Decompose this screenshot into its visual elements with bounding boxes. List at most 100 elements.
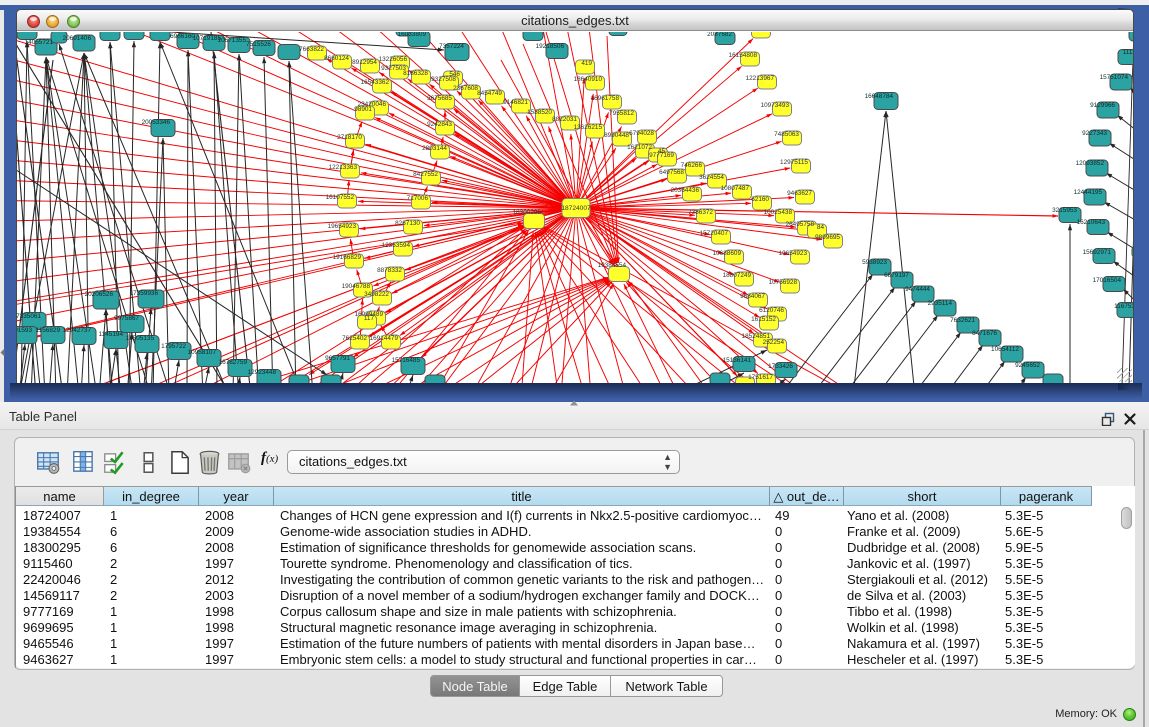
svg-text:7485063: 7485063 xyxy=(774,131,799,138)
svg-text:3215953: 3215953 xyxy=(1052,207,1077,214)
svg-text:16154808: 16154808 xyxy=(729,52,758,59)
svg-text:2935114: 2935114 xyxy=(928,300,953,307)
svg-text:2718170: 2718170 xyxy=(337,134,362,141)
svg-text:8990448: 8990448 xyxy=(604,132,629,139)
svg-text:9129966: 9129966 xyxy=(1090,102,1115,109)
svg-text:9463627: 9463627 xyxy=(787,190,812,197)
svg-text:9777169: 9777169 xyxy=(649,152,674,159)
svg-text:14055721: 14055721 xyxy=(25,39,54,46)
svg-text:1588520: 1588520 xyxy=(527,109,552,116)
svg-text:13626215: 13626215 xyxy=(574,124,603,131)
svg-text:8660124: 8660124 xyxy=(324,55,349,62)
svg-text:20364436: 20364436 xyxy=(671,187,700,194)
svg-text:18807249: 18807249 xyxy=(723,272,752,279)
svg-text:7357224: 7357224 xyxy=(439,43,464,50)
svg-text:9684067: 9684067 xyxy=(740,293,765,300)
svg-text:15692971: 15692971 xyxy=(1083,249,1112,256)
svg-text:15720407: 15720407 xyxy=(700,230,729,237)
svg-text:9327508: 9327508 xyxy=(431,76,456,83)
svg-text:10688609: 10688609 xyxy=(713,250,742,257)
svg-text:12353594: 12353594 xyxy=(382,242,411,249)
svg-text:15716485: 15716485 xyxy=(392,357,421,364)
svg-text:10025438: 10025438 xyxy=(764,209,793,216)
svg-text:16648784: 16648784 xyxy=(865,93,894,100)
svg-text:12213967: 12213967 xyxy=(746,75,775,82)
svg-text:9242843: 9242843 xyxy=(427,121,452,128)
svg-text:9146821: 9146821 xyxy=(503,99,528,106)
svg-text:20691406: 20691406 xyxy=(63,35,92,42)
svg-text:6879197: 6879197 xyxy=(884,272,909,279)
svg-text:3675685: 3675685 xyxy=(427,95,452,102)
svg-text:1527602: 1527602 xyxy=(142,32,167,34)
svg-text:15136141: 15136141 xyxy=(723,357,752,364)
svg-text:10653257: 10653257 xyxy=(113,32,142,34)
svg-text:26495758: 26495758 xyxy=(786,221,815,228)
svg-text:10654112: 10654112 xyxy=(991,346,1019,353)
svg-text:2087682: 2087682 xyxy=(707,32,732,38)
svg-text:419: 419 xyxy=(581,60,592,67)
svg-text:16107552: 16107552 xyxy=(326,194,355,201)
svg-text:2803144: 2803144 xyxy=(422,145,447,152)
svg-text:16210643: 16210643 xyxy=(1077,219,1106,226)
svg-text:8912954: 8912954 xyxy=(352,59,377,66)
svg-text:12505135: 12505135 xyxy=(126,335,155,342)
svg-text:20206526: 20206526 xyxy=(85,291,114,298)
svg-text:20053346: 20053346 xyxy=(142,119,171,126)
svg-text:10807487: 10807487 xyxy=(721,185,750,192)
svg-text:12093852: 12093852 xyxy=(1076,160,1105,167)
svg-text:1621072: 1621072 xyxy=(627,144,652,151)
svg-text:7663822: 7663822 xyxy=(299,46,324,53)
svg-text:1112: 1112 xyxy=(1123,49,1133,56)
svg-text:16961758: 16961758 xyxy=(591,95,620,102)
svg-text:16033809: 16033809 xyxy=(398,32,427,38)
svg-text:116753: 116753 xyxy=(1114,303,1133,310)
svg-text:12213363: 12213363 xyxy=(329,164,358,171)
svg-text:12975115: 12975115 xyxy=(780,159,808,166)
svg-text:8267130: 8267130 xyxy=(395,220,420,227)
svg-text:16914479: 16914479 xyxy=(370,335,399,342)
svg-text:1795722: 1795722 xyxy=(161,343,186,350)
svg-text:10756928: 10756928 xyxy=(769,279,798,286)
svg-text:12942737: 12942737 xyxy=(63,327,92,334)
svg-text:9657791: 9657791 xyxy=(325,355,350,362)
svg-text:7955812: 7955812 xyxy=(609,110,634,117)
svg-text:7515526: 7515526 xyxy=(246,41,271,48)
svg-text:2367608: 2367608 xyxy=(453,85,478,92)
svg-text:717006: 717006 xyxy=(407,195,429,202)
svg-text:12923448: 12923448 xyxy=(248,369,277,376)
svg-text:8471676: 8471676 xyxy=(972,330,997,337)
svg-text:16782759: 16782759 xyxy=(219,359,248,366)
svg-text:8427552: 8427552 xyxy=(413,171,438,178)
svg-text:9899695: 9899695 xyxy=(815,234,840,241)
svg-text:1733426: 1733426 xyxy=(768,363,793,370)
svg-text:98901: 98901 xyxy=(354,106,372,113)
svg-text:8186328: 8186328 xyxy=(403,70,428,77)
svg-text:6794028: 6794028 xyxy=(629,130,654,137)
svg-text:16543362: 16543362 xyxy=(361,79,390,86)
svg-text:1145194: 1145194 xyxy=(99,331,124,338)
svg-text:18724007: 18724007 xyxy=(561,205,591,212)
svg-text:9975867: 9975867 xyxy=(114,315,139,322)
svg-text:10973493: 10973493 xyxy=(761,102,790,109)
svg-text:9227343: 9227343 xyxy=(1082,130,1107,137)
svg-text:13226056: 13226056 xyxy=(379,56,408,63)
svg-text:15751074: 15751074 xyxy=(1100,74,1129,81)
svg-text:19384554: 19384554 xyxy=(598,262,627,269)
svg-text:8822031: 8822031 xyxy=(552,116,577,123)
svg-text:62160: 62160 xyxy=(751,196,769,203)
svg-text:9474444: 9474444 xyxy=(905,286,930,293)
svg-text:7625402: 7625402 xyxy=(342,335,367,342)
svg-text:12444195: 12444195 xyxy=(1074,189,1103,196)
svg-text:7386372: 7386372 xyxy=(688,209,713,216)
svg-text:7335061: 7335061 xyxy=(17,313,41,320)
svg-text:746266: 746266 xyxy=(681,162,703,169)
svg-text:1156829: 1156829 xyxy=(36,327,61,334)
svg-text:6120746: 6120746 xyxy=(759,307,784,314)
svg-text:18640910: 18640910 xyxy=(574,76,603,83)
svg-text:117: 117 xyxy=(364,315,375,322)
svg-text:17016504: 17016504 xyxy=(1093,277,1122,284)
svg-text:19046788: 19046788 xyxy=(342,283,371,290)
svg-text:252254: 252254 xyxy=(763,339,785,346)
svg-text:1615152: 1615152 xyxy=(751,316,776,323)
svg-text:10958107: 10958107 xyxy=(188,349,217,356)
